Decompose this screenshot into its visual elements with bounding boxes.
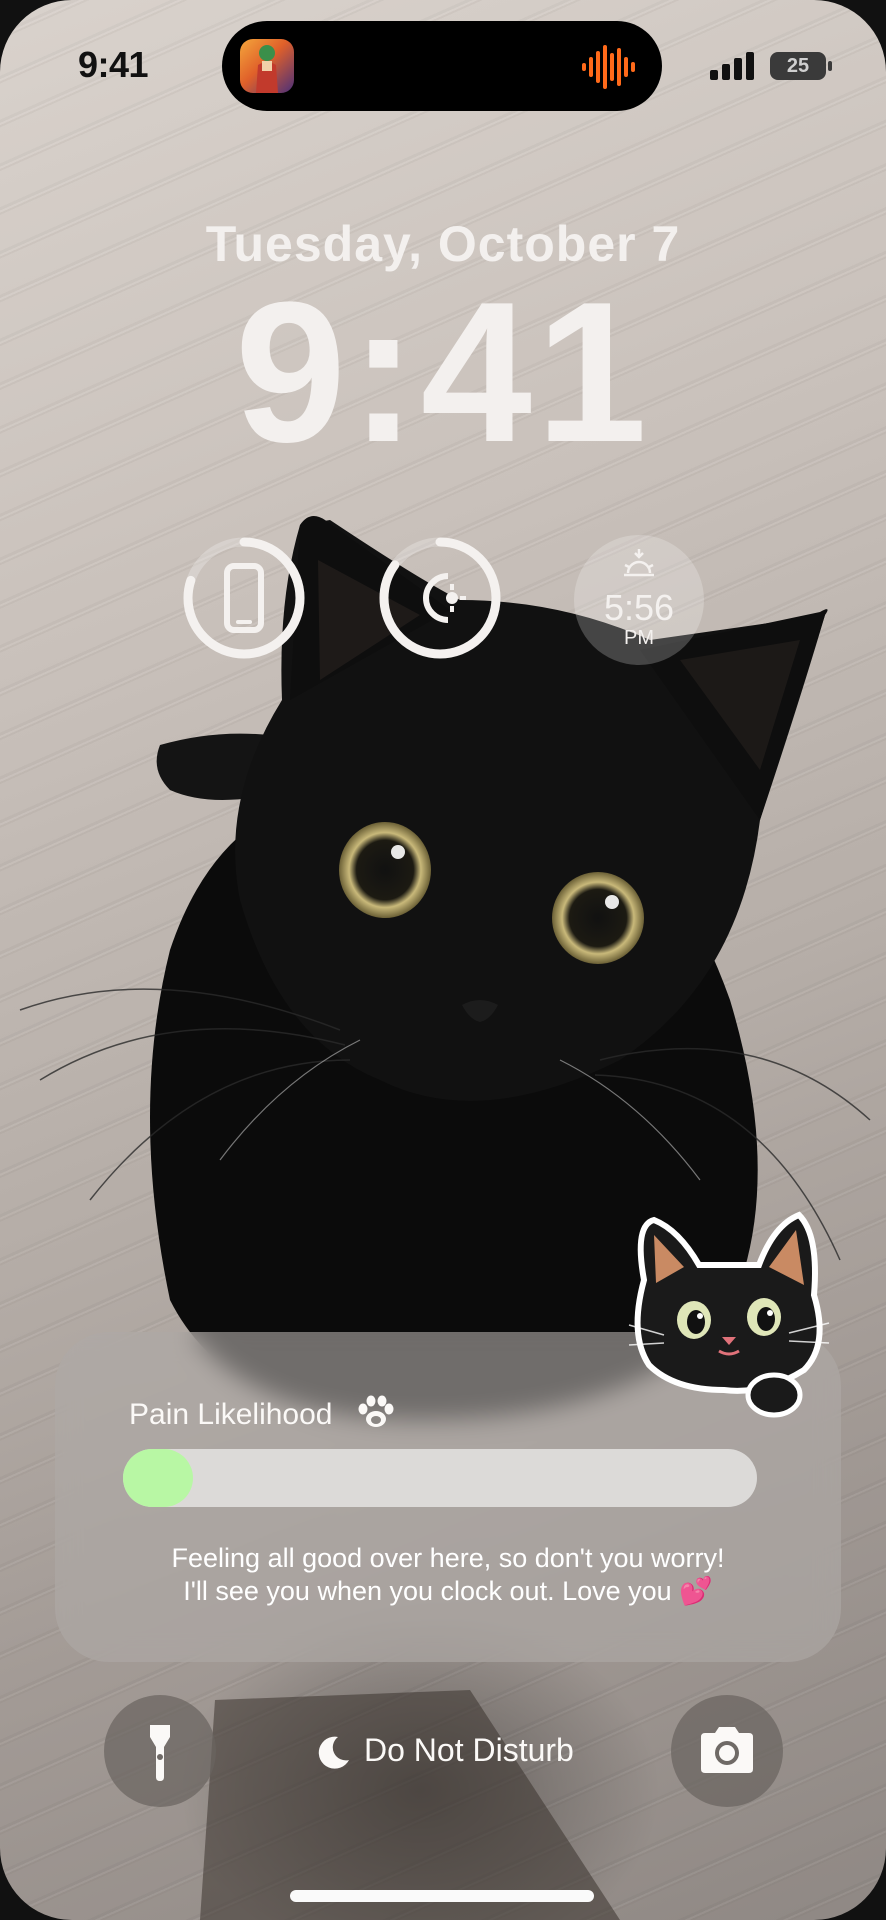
sunset-period: PM [624, 627, 654, 649]
flashlight-icon [150, 1725, 170, 1781]
card-message: Feeling all good over here, so don't you… [55, 1542, 841, 1608]
brightness-widget[interactable] [378, 536, 502, 660]
iphone-icon [224, 563, 264, 633]
pain-likelihood-bar [123, 1449, 757, 1507]
sun-moon-icon [423, 573, 449, 623]
card-message-line2: I'll see you when you clock out. Love yo… [183, 1576, 713, 1606]
battery-indicator: 25 [770, 52, 826, 80]
moon-icon [318, 1736, 349, 1769]
home-indicator[interactable] [290, 1890, 594, 1902]
sunset-icon [624, 549, 654, 577]
flashlight-button[interactable] [104, 1695, 216, 1807]
card-title: Pain Likelihood [129, 1398, 333, 1431]
phone-battery-widget[interactable] [182, 536, 306, 660]
camera-icon [701, 1727, 753, 1773]
card-message-line1: Feeling all good over here, so don't you… [171, 1543, 725, 1573]
sunset-time: 5:56 [603, 587, 675, 628]
lock-screen-clock[interactable]: 9:41 [0, 268, 886, 478]
audio-waveform-icon [582, 45, 635, 89]
battery-nub [828, 61, 832, 71]
app-icon[interactable] [240, 39, 294, 93]
status-bar-time: 9:41 [78, 44, 149, 85]
paw-icon [358, 1395, 394, 1427]
black-cat-sticker [628, 1211, 830, 1418]
cellular-signal-icon [710, 52, 754, 80]
small-sun-icon [446, 584, 466, 612]
focus-label: Do Not Disturb [364, 1732, 574, 1768]
lock-screen: 9:41 25 Tuesday, October 7 9:41 5:56 PM … [0, 0, 886, 1920]
sunset-widget[interactable]: 5:56 PM [574, 535, 704, 665]
dynamic-island[interactable] [222, 21, 662, 111]
pain-likelihood-fill [123, 1449, 193, 1507]
camera-button[interactable] [671, 1695, 783, 1807]
